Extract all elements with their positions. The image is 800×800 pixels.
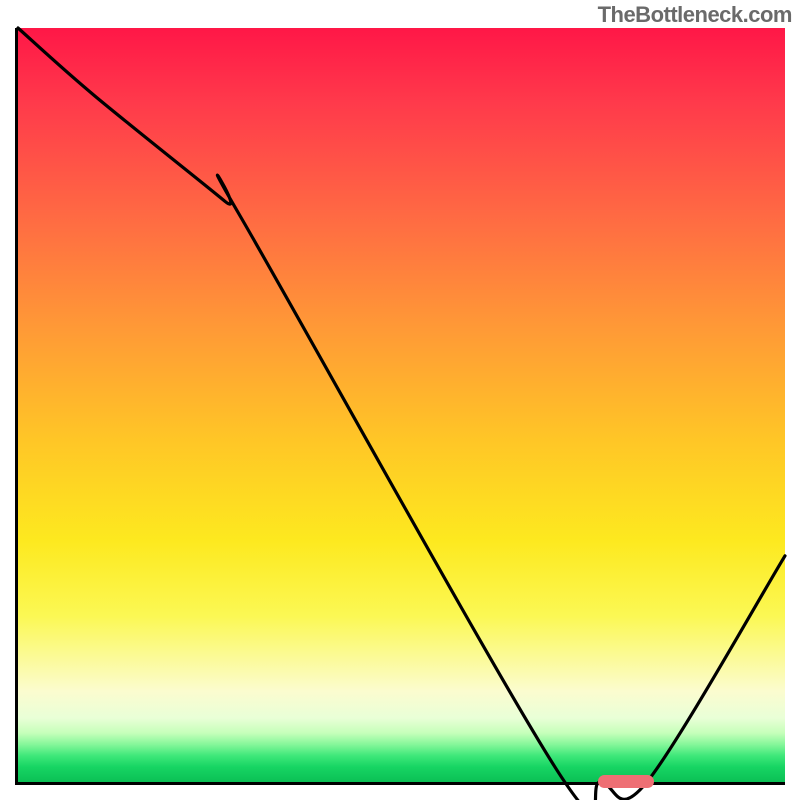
- chart-canvas: TheBottleneck.com: [0, 0, 800, 800]
- plot-area: [15, 28, 785, 785]
- watermark-text: TheBottleneck.com: [598, 2, 792, 28]
- optimum-marker: [598, 775, 654, 788]
- bottleneck-curve: [18, 28, 785, 782]
